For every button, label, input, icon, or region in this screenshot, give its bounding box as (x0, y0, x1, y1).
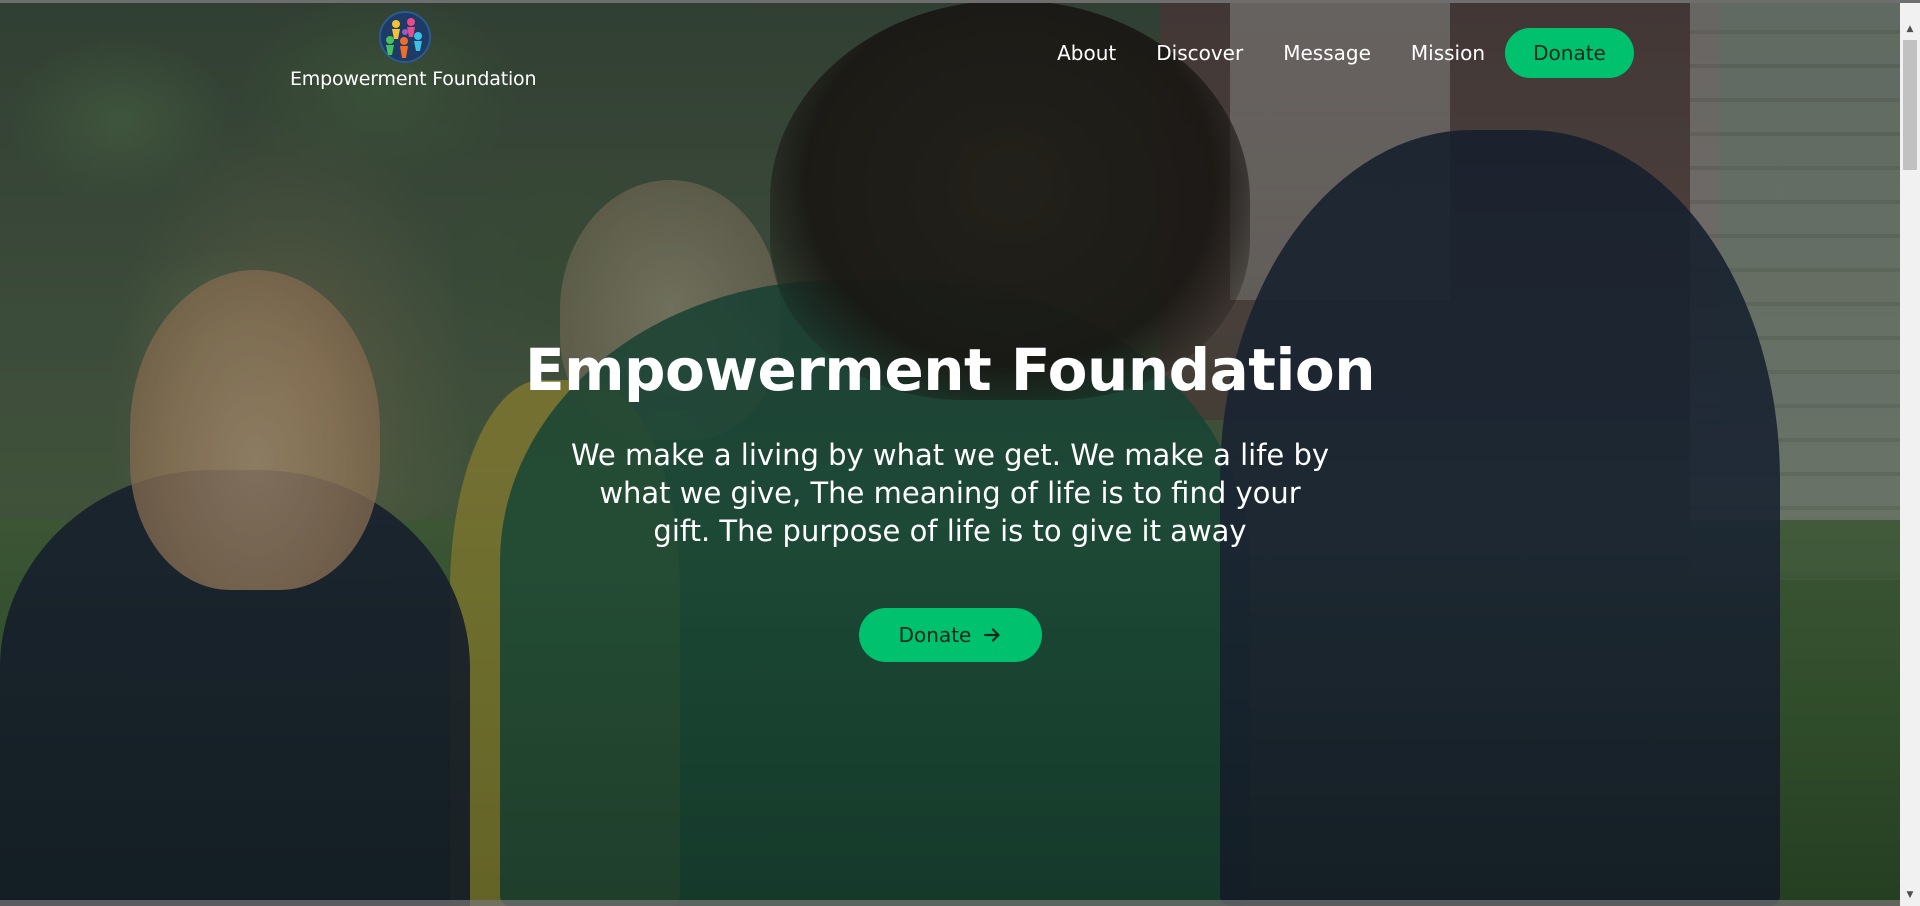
nav-link-mission[interactable]: Mission (1411, 41, 1485, 65)
nav-link-about[interactable]: About (1057, 41, 1116, 65)
page: Empowerment Foundation About Discover Me… (0, 0, 1920, 906)
nav-link-discover[interactable]: Discover (1156, 41, 1243, 65)
hero-title: Empowerment Foundation (524, 336, 1376, 404)
hero-section: Empowerment Foundation We make a living … (400, 330, 1500, 662)
arrow-right-icon (984, 628, 1000, 642)
globe-people-icon (379, 11, 431, 63)
brand-logo[interactable]: Empowerment Foundation (290, 10, 537, 100)
bottom-edge-strip (0, 900, 1900, 906)
page-scrollbar[interactable]: ▲ ▼ (1900, 0, 1920, 906)
scroll-down-icon[interactable]: ▼ (1900, 886, 1920, 903)
brand-name: Empowerment Foundation (290, 68, 537, 90)
scroll-up-icon[interactable]: ▲ (1900, 20, 1920, 37)
hero-donate-label: Donate (898, 623, 972, 647)
scrollbar-thumb[interactable] (1903, 40, 1917, 170)
main-nav: About Discover Message Mission Donate (1057, 28, 1634, 78)
hero-tagline: We make a living by what we get. We make… (570, 438, 1330, 548)
nav-link-message[interactable]: Message (1283, 41, 1371, 65)
hero-donate-button[interactable]: Donate (858, 608, 1042, 662)
window-top-border (0, 0, 1920, 3)
header-donate-button[interactable]: Donate (1505, 28, 1634, 78)
